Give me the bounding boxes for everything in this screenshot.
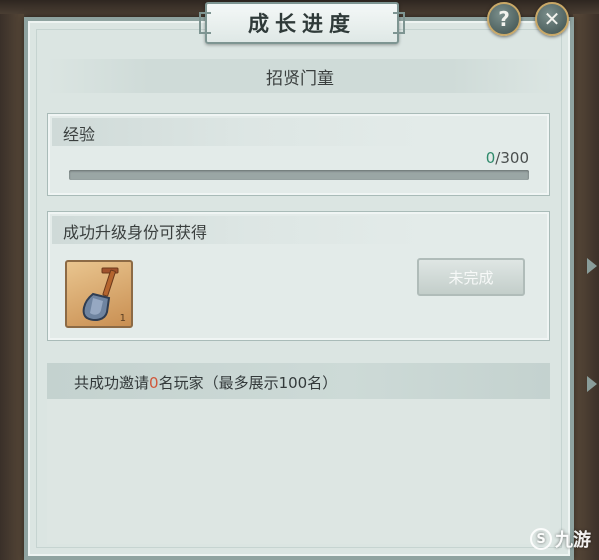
invite-suffix: 名玩家（最多展示100名） <box>158 374 338 392</box>
invite-prefix: 共成功邀请 <box>74 374 150 392</box>
invite-count: 0 <box>149 374 159 392</box>
experience-value: 0/300 <box>486 149 529 167</box>
side-arrow-icon <box>587 376 597 392</box>
reward-item-slot[interactable]: 1 <box>65 260 133 328</box>
incomplete-status-button[interactable]: 未完成 <box>417 258 525 296</box>
title-plate: 成长进度 <box>199 2 405 44</box>
reward-label: 成功升级身份可获得 <box>63 223 208 242</box>
background-right <box>573 0 599 560</box>
experience-progress-bar <box>69 170 529 180</box>
experience-box: 经验 0/300 <box>47 113 550 196</box>
close-button[interactable]: ✕ <box>535 2 569 36</box>
reward-item-count: 1 <box>119 313 126 324</box>
close-icon: ✕ <box>543 7 561 31</box>
watermark: S 九游 <box>530 526 591 552</box>
identity-name: 招贤门童 <box>266 68 334 89</box>
help-button[interactable]: ? <box>487 2 521 36</box>
experience-max: 300 <box>500 149 529 167</box>
identity-band: 招贤门童 <box>47 59 553 93</box>
reward-box: 成功升级身份可获得 1 未完成 <box>47 211 550 341</box>
watermark-logo-icon: S <box>530 528 552 550</box>
background-left <box>0 0 24 560</box>
watermark-text: 九游 <box>555 530 591 551</box>
experience-current: 0 <box>485 149 496 167</box>
help-icon: ? <box>498 7 510 31</box>
experience-header <box>52 118 545 146</box>
experience-label: 经验 <box>63 125 96 144</box>
side-arrow-icon <box>587 258 597 274</box>
window-title: 成长进度 <box>248 11 356 36</box>
invite-header: 共成功邀请0名玩家（最多展示100名） <box>47 363 550 399</box>
invite-summary: 共成功邀请0名玩家（最多展示100名） <box>74 372 337 393</box>
status-button-label: 未完成 <box>448 268 494 287</box>
invite-list-area[interactable]: 共成功邀请0名玩家（最多展示100名） <box>47 363 550 544</box>
